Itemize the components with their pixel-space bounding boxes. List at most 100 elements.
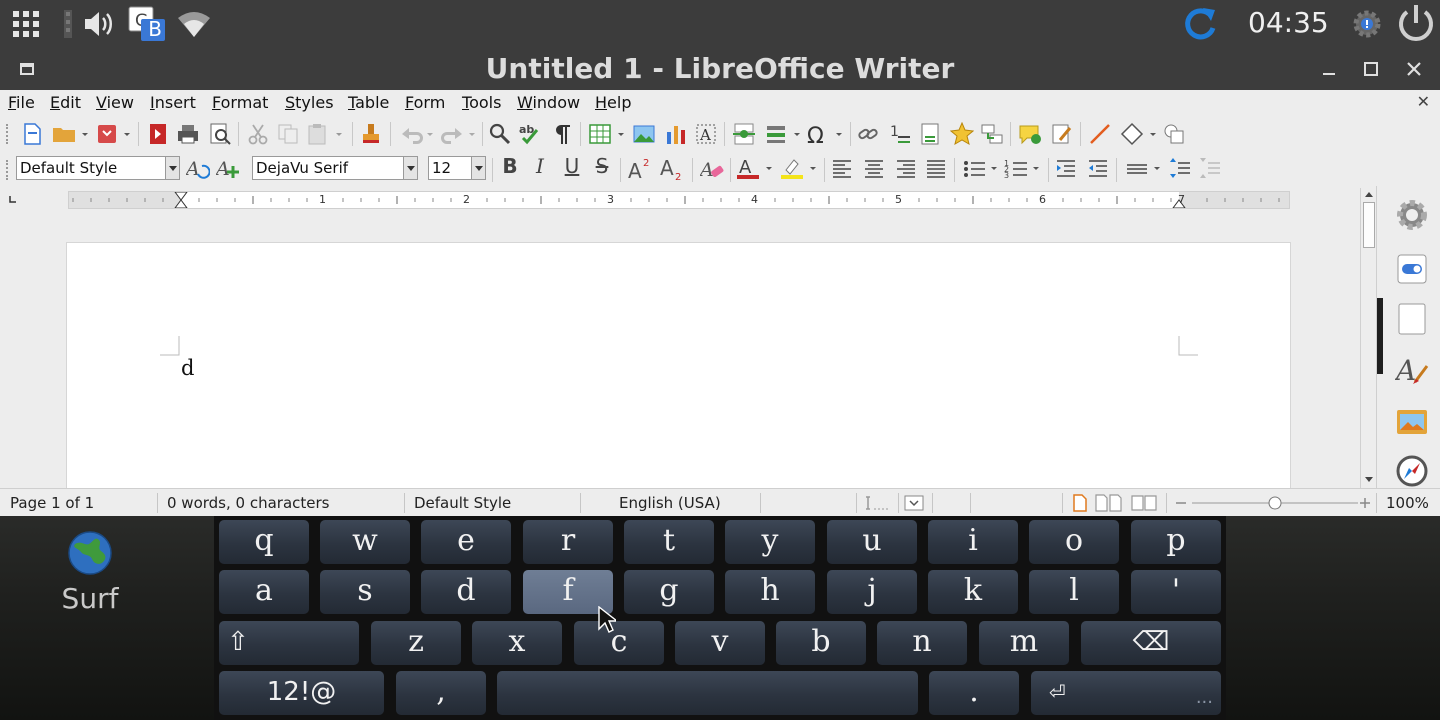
- key-g[interactable]: g: [624, 570, 714, 614]
- font-color-icon[interactable]: A: [736, 156, 778, 180]
- scrollbar-thumb[interactable]: [1363, 202, 1375, 248]
- open-folder-icon[interactable]: [52, 122, 88, 146]
- key-s[interactable]: s: [320, 570, 410, 614]
- increase-paragraph-spacing-icon[interactable]: [1168, 156, 1192, 180]
- close-window-icon[interactable]: [1399, 54, 1429, 84]
- volume-icon[interactable]: [82, 4, 116, 44]
- language-status[interactable]: English (USA): [619, 494, 721, 512]
- bullet-list-icon[interactable]: [962, 156, 1002, 180]
- comma-key[interactable]: ,: [396, 671, 486, 715]
- paste-icon[interactable]: [306, 122, 346, 146]
- subscript-icon[interactable]: A2: [660, 156, 684, 180]
- sidebar-page-icon[interactable]: [1395, 302, 1429, 336]
- single-page-view-icon[interactable]: [1072, 494, 1088, 512]
- mixer-icon[interactable]: [58, 4, 78, 44]
- minimize-icon[interactable]: [1314, 54, 1344, 84]
- insert-page-break-icon[interactable]: [732, 122, 756, 146]
- key-k[interactable]: k: [928, 570, 1018, 614]
- vertical-scrollbar[interactable]: [1360, 188, 1376, 488]
- zoom-percentage[interactable]: 100%: [1386, 494, 1429, 512]
- key-e[interactable]: e: [421, 520, 511, 564]
- key-y[interactable]: y: [725, 520, 815, 564]
- document-text[interactable]: d: [181, 356, 194, 380]
- period-key[interactable]: .: [929, 671, 1019, 715]
- line-spacing-icon[interactable]: [1124, 156, 1164, 180]
- key-q[interactable]: q: [219, 520, 309, 564]
- symbols-key[interactable]: 12!@: [219, 671, 384, 715]
- key-v[interactable]: v: [675, 621, 765, 665]
- input-method-icon[interactable]: G B: [126, 4, 168, 44]
- menu-window[interactable]: Window: [517, 93, 580, 112]
- word-count[interactable]: 0 words, 0 characters: [167, 494, 330, 512]
- key-n[interactable]: n: [877, 621, 967, 665]
- key-r[interactable]: r: [523, 520, 613, 564]
- underline-icon[interactable]: U: [560, 154, 584, 178]
- multi-page-view-icon[interactable]: [1094, 494, 1124, 512]
- insert-image-icon[interactable]: [632, 122, 656, 146]
- align-right-icon[interactable]: [894, 156, 918, 180]
- chevron-down-icon[interactable]: [403, 157, 417, 179]
- key-b[interactable]: b: [776, 621, 866, 665]
- font-size-combo[interactable]: 12: [428, 156, 486, 180]
- align-left-icon[interactable]: [830, 156, 854, 180]
- redo-icon[interactable]: [440, 122, 478, 146]
- space-key[interactable]: [497, 671, 918, 715]
- insert-field-icon[interactable]: [764, 122, 804, 146]
- maximize-icon[interactable]: [1356, 54, 1386, 84]
- insert-footnote-icon[interactable]: 1: [888, 122, 912, 146]
- align-center-icon[interactable]: [862, 156, 886, 180]
- selection-mode-icon[interactable]: [904, 495, 924, 511]
- key-j[interactable]: j: [827, 570, 917, 614]
- insert-mode-icon[interactable]: [866, 495, 890, 511]
- menu-table[interactable]: Table: [348, 93, 389, 112]
- menu-help[interactable]: Help: [595, 93, 631, 112]
- basic-shapes-icon[interactable]: [1120, 122, 1160, 146]
- menu-styles[interactable]: Styles: [285, 93, 334, 112]
- window-title-bar[interactable]: Untitled 1 - LibreOffice Writer: [0, 48, 1440, 90]
- menu-view[interactable]: View: [96, 93, 134, 112]
- print-preview-icon[interactable]: [208, 122, 232, 146]
- increase-indent-icon[interactable]: [1054, 156, 1078, 180]
- zoom-slider-knob[interactable]: [1268, 496, 1282, 510]
- surf-launcher[interactable]: Surf: [50, 530, 130, 615]
- key-o[interactable]: o: [1029, 520, 1119, 564]
- print-icon[interactable]: [176, 122, 200, 146]
- strikethrough-icon[interactable]: S: [590, 154, 614, 178]
- highlight-color-icon[interactable]: [780, 156, 822, 180]
- tab-stop-type-icon[interactable]: [8, 194, 18, 204]
- key-p[interactable]: p: [1131, 520, 1221, 564]
- more-options-icon[interactable]: ...: [1196, 677, 1213, 719]
- key-apostrophe[interactable]: ': [1131, 570, 1221, 614]
- chevron-down-icon[interactable]: [165, 157, 179, 179]
- key-z[interactable]: z: [371, 621, 461, 665]
- insert-hyperlink-icon[interactable]: [856, 122, 880, 146]
- decrease-paragraph-spacing-icon[interactable]: [1198, 156, 1222, 180]
- apps-grid-icon[interactable]: [8, 4, 44, 44]
- wifi-icon[interactable]: [176, 4, 212, 44]
- font-name-combo[interactable]: DejaVu Serif: [252, 156, 418, 180]
- find-replace-icon[interactable]: [488, 122, 512, 146]
- insert-chart-icon[interactable]: [664, 122, 688, 146]
- draw-functions-icon[interactable]: [1162, 122, 1186, 146]
- clear-formatting-icon[interactable]: A: [700, 156, 724, 180]
- sidebar-collapse-handle[interactable]: [1377, 298, 1383, 374]
- enter-key[interactable]: ⏎ ...: [1031, 671, 1221, 715]
- menu-edit[interactable]: Edit: [50, 93, 81, 112]
- key-m[interactable]: m: [979, 621, 1069, 665]
- menu-insert[interactable]: Insert: [150, 93, 196, 112]
- new-document-icon[interactable]: [20, 122, 44, 146]
- cut-icon[interactable]: [246, 122, 270, 146]
- track-changes-icon[interactable]: [1050, 122, 1074, 146]
- copy-icon[interactable]: [276, 122, 300, 146]
- superscript-icon[interactable]: A2: [628, 156, 652, 180]
- insert-bookmark-icon[interactable]: [950, 122, 974, 146]
- book-view-icon[interactable]: [1130, 494, 1158, 512]
- key-a[interactable]: a: [219, 570, 309, 614]
- shift-key[interactable]: ⇧: [219, 621, 359, 665]
- italic-icon[interactable]: I: [528, 154, 552, 178]
- insert-cross-reference-icon[interactable]: [980, 122, 1004, 146]
- paragraph-style-combo[interactable]: Default Style: [16, 156, 180, 180]
- scroll-up-icon[interactable]: [1364, 190, 1374, 198]
- menu-tools[interactable]: Tools: [462, 93, 501, 112]
- sidebar-settings-icon[interactable]: [1395, 198, 1429, 232]
